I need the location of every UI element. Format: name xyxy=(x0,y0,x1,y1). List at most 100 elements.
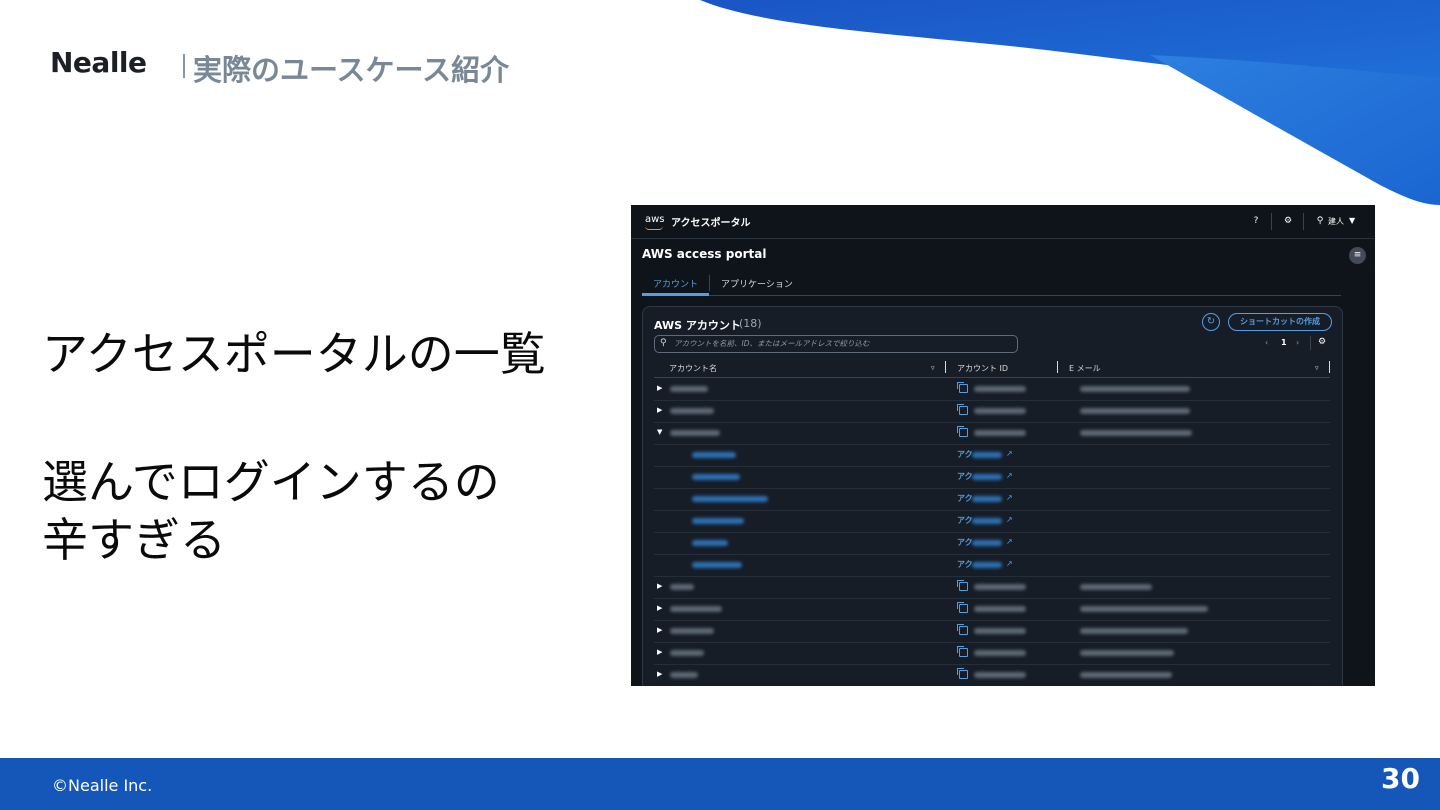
table-row[interactable]: ▼ xyxy=(654,422,1330,445)
copy-icon[interactable] xyxy=(957,624,968,635)
caret-right-icon[interactable]: ▶ xyxy=(657,604,662,612)
table-row[interactable]: ▶ xyxy=(654,576,1330,599)
table-row[interactable]: アク ↗ xyxy=(654,554,1330,577)
menu-icon[interactable]: ≡ xyxy=(1349,247,1366,264)
redacted-role-name[interactable] xyxy=(692,540,728,546)
table-row[interactable]: アク ↗ xyxy=(654,444,1330,467)
aws-logo: aws xyxy=(645,214,665,230)
brand-logo: Nealle xyxy=(50,46,147,79)
caret-down-icon[interactable]: ▼ xyxy=(657,428,662,436)
redacted-role-name[interactable] xyxy=(692,474,740,480)
redacted-role-name[interactable] xyxy=(692,518,744,524)
tab-divider xyxy=(709,275,710,291)
redacted-email xyxy=(1080,430,1192,436)
tab-accounts[interactable]: アカウント xyxy=(653,277,698,290)
pager-next[interactable]: › xyxy=(1296,338,1299,347)
table-row[interactable]: ▶ xyxy=(654,400,1330,423)
redacted-email xyxy=(1080,672,1172,678)
external-link-icon[interactable]: ↗ xyxy=(1006,449,1013,458)
table-row[interactable]: アク ↗ xyxy=(654,488,1330,511)
external-link-icon[interactable]: ↗ xyxy=(1006,515,1013,524)
table-row[interactable]: ▶ xyxy=(654,620,1330,643)
refresh-icon[interactable]: ↻ xyxy=(1202,313,1220,331)
table-settings-icon[interactable]: ⚙ xyxy=(1318,337,1326,347)
table-row[interactable]: ▶ xyxy=(654,664,1330,686)
copy-icon[interactable] xyxy=(957,602,968,613)
aws-logo-text: aws xyxy=(645,214,665,225)
copy-icon[interactable] xyxy=(957,646,968,657)
redacted-account-id xyxy=(974,408,1026,414)
pager-prev[interactable]: ‹ xyxy=(1265,338,1268,347)
point-access-portal-list: アクセスポータルの一覧 xyxy=(42,327,546,381)
redacted-email xyxy=(1080,584,1152,590)
copy-icon[interactable] xyxy=(957,668,968,679)
access-key-link[interactable]: アク xyxy=(957,559,973,570)
caret-right-icon[interactable]: ▶ xyxy=(657,670,662,678)
redacted-account-id xyxy=(974,430,1026,436)
tabs-baseline xyxy=(642,295,1341,296)
caret-right-icon[interactable]: ▶ xyxy=(657,648,662,656)
redacted-account-name xyxy=(670,584,694,590)
caret-right-icon[interactable]: ▶ xyxy=(657,626,662,634)
search-input[interactable] xyxy=(674,337,1004,350)
table-row[interactable]: ▶ xyxy=(654,642,1330,665)
page-title: AWS access portal xyxy=(642,247,767,261)
caret-right-icon[interactable]: ▶ xyxy=(657,406,662,414)
copy-icon[interactable] xyxy=(957,404,968,415)
external-link-icon[interactable]: ↗ xyxy=(1006,493,1013,502)
redacted-role-name[interactable] xyxy=(692,496,768,502)
table-row[interactable]: アク ↗ xyxy=(654,532,1330,555)
tab-applications[interactable]: アプリケーション xyxy=(721,277,793,290)
pager-current-page[interactable]: 1 xyxy=(1281,338,1287,347)
column-header-email[interactable]: E メール xyxy=(1069,363,1101,374)
pager-divider xyxy=(1310,336,1311,350)
redacted-access-link[interactable] xyxy=(972,496,1002,502)
redacted-account-name xyxy=(670,408,714,414)
access-key-link[interactable]: アク xyxy=(957,515,973,526)
access-key-link[interactable]: アク xyxy=(957,493,973,504)
redacted-role-name[interactable] xyxy=(692,452,736,458)
external-link-icon[interactable]: ↗ xyxy=(1006,537,1013,546)
redacted-access-link[interactable] xyxy=(972,562,1002,568)
help-icon[interactable]: ? xyxy=(1251,216,1261,226)
table-row[interactable]: アク ↗ xyxy=(654,466,1330,489)
copy-icon[interactable] xyxy=(957,426,968,437)
redacted-email xyxy=(1080,408,1190,414)
redacted-role-name[interactable] xyxy=(692,562,742,568)
redacted-access-link[interactable] xyxy=(972,540,1002,546)
topbar-divider xyxy=(1303,213,1304,230)
caret-right-icon[interactable]: ▶ xyxy=(657,582,662,590)
access-key-link[interactable]: アク xyxy=(957,537,973,548)
redacted-account-name xyxy=(670,430,720,436)
user-menu-label[interactable]: 建人 xyxy=(1328,216,1344,227)
section-title: 実際のユースケース紹介 xyxy=(193,53,510,87)
table-row[interactable]: ▶ xyxy=(654,378,1330,401)
redacted-email xyxy=(1080,606,1208,612)
table-row[interactable]: ▶ xyxy=(654,598,1330,621)
caret-right-icon[interactable]: ▶ xyxy=(657,384,662,392)
sort-icon[interactable]: ▿ xyxy=(1315,364,1319,372)
column-header-account-name[interactable]: アカウント名 xyxy=(669,363,717,374)
table-row[interactable]: アク ↗ xyxy=(654,510,1330,533)
copy-icon[interactable] xyxy=(957,382,968,393)
page-number: 30 xyxy=(1381,762,1420,795)
copy-icon[interactable] xyxy=(957,580,968,591)
redacted-access-link[interactable] xyxy=(972,474,1002,480)
redacted-access-link[interactable] xyxy=(972,452,1002,458)
redacted-account-id xyxy=(974,672,1026,678)
column-divider xyxy=(945,361,946,373)
access-key-link[interactable]: アク xyxy=(957,471,973,482)
redacted-access-link[interactable] xyxy=(972,518,1002,524)
external-link-icon[interactable]: ↗ xyxy=(1006,559,1013,568)
user-icon[interactable]: ⚲ xyxy=(1315,216,1325,226)
point-login-pain-line1: 選んでログインするの xyxy=(42,455,500,509)
external-link-icon[interactable]: ↗ xyxy=(1006,471,1013,480)
access-key-link[interactable]: アク xyxy=(957,449,973,460)
redacted-account-name xyxy=(670,650,704,656)
column-header-account-id[interactable]: アカウント ID xyxy=(957,363,1008,374)
create-shortcut-button[interactable]: ショートカットの作成 xyxy=(1228,313,1332,331)
gear-icon[interactable]: ⚙ xyxy=(1283,216,1293,226)
active-tab-indicator xyxy=(642,293,709,296)
chevron-down-icon[interactable]: ▼ xyxy=(1349,216,1355,225)
sort-icon[interactable]: ▿ xyxy=(931,364,935,372)
